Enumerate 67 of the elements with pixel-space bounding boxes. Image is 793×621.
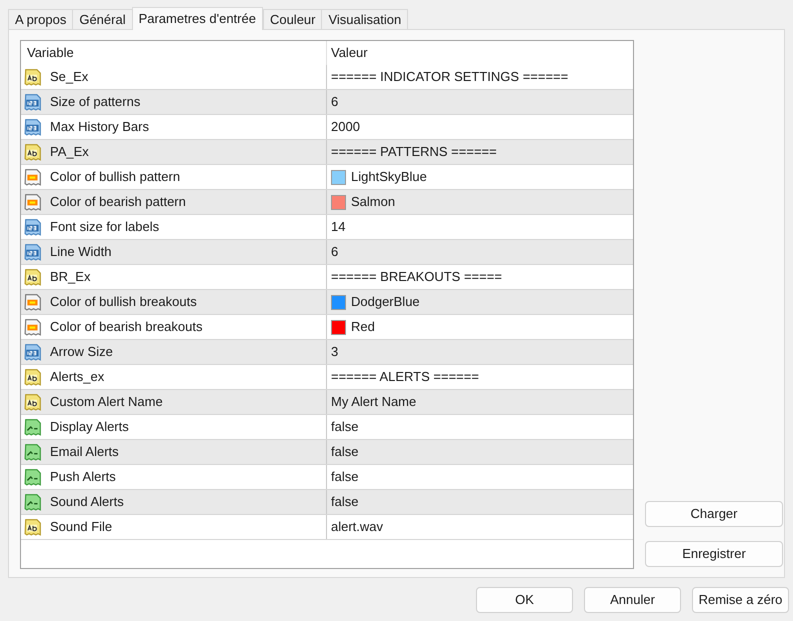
text-type-icon [24,518,42,536]
dialog-button[interactable]: OK [476,587,573,613]
parameter-value[interactable]: 6 [331,242,338,262]
parameter-value[interactable]: false [331,442,358,462]
color-type-icon [24,168,42,186]
column-header[interactable]: Valeur [327,41,633,65]
tab[interactable]: Parametres d'entrée [132,7,263,30]
parameter-value[interactable]: alert.wav [331,517,384,537]
number-type-icon [24,243,42,261]
parameter-value[interactable]: false [331,417,358,437]
parameter-value[interactable]: false [331,492,358,512]
variable-name: Color of bearish pattern [50,193,186,212]
boolean-type-icon [24,468,42,486]
dialog-button[interactable]: Annuler [584,587,681,613]
parameter-value[interactable]: DodgerBlue [351,292,420,312]
variable-name: Color of bullish pattern [50,168,180,186]
variable-name: Color of bearish breakouts [50,318,202,336]
variable-name: Email Alerts [50,443,119,462]
variable-name: Max History Bars [50,118,149,136]
parameter-value[interactable]: LightSkyBlue [351,167,427,187]
text-type-icon [24,393,42,411]
variable-name: Color of bullish breakouts [50,293,197,312]
variable-name: Alerts_ex [50,368,104,386]
boolean-type-icon [24,418,42,436]
boolean-type-icon [24,443,42,461]
text-type-icon [24,143,42,161]
text-type-icon [24,68,42,86]
parameter-value[interactable]: ====== ALERTS ====== [331,367,479,387]
variable-name: Custom Alert Name [50,393,163,412]
parameter-value[interactable]: Salmon [351,192,396,212]
variable-name: PA_Ex [50,143,89,162]
variable-name: Line Width [50,243,112,262]
variable-name: Arrow Size [50,343,113,362]
tab[interactable]: Visualisation [321,9,408,29]
variable-name: Size of patterns [50,93,140,112]
variable-name: Sound Alerts [50,493,124,512]
color-type-icon [24,193,42,211]
boolean-type-icon [24,493,42,511]
dialog-button[interactable]: Remise a zéro [692,587,789,613]
parameter-value[interactable]: 2000 [331,117,360,137]
number-type-icon [24,93,42,111]
text-type-icon [24,268,42,286]
side-button[interactable]: Charger [645,501,783,527]
number-type-icon [24,218,42,236]
parameter-value[interactable]: My Alert Name [331,392,416,412]
parameter-value[interactable]: ====== PATTERNS ====== [331,142,497,162]
variable-name: Font size for labels [50,218,160,236]
parameter-value[interactable]: ====== BREAKOUTS ===== [331,267,502,287]
tab[interactable]: A propos [8,9,74,29]
color-type-icon [24,293,42,311]
variable-name: Sound File [50,518,112,536]
variable-name: Display Alerts [50,418,129,436]
parameter-value[interactable]: 6 [331,92,338,112]
tab[interactable]: Couleur [262,9,322,29]
parameter-value[interactable]: 3 [331,342,338,362]
side-button[interactable]: Enregistrer [645,541,783,567]
variable-name: Se_Ex [50,68,88,86]
parameter-value[interactable]: Red [351,317,375,337]
parameter-value[interactable]: false [331,467,358,487]
variable-name: BR_Ex [50,268,90,286]
color-type-icon [24,318,42,336]
text-type-icon [24,368,42,386]
parameter-value[interactable]: ====== INDICATOR SETTINGS ====== [331,67,568,87]
number-type-icon [24,343,42,361]
variable-name: Push Alerts [50,468,116,486]
number-type-icon [24,118,42,136]
parameter-value[interactable]: 14 [331,217,346,237]
